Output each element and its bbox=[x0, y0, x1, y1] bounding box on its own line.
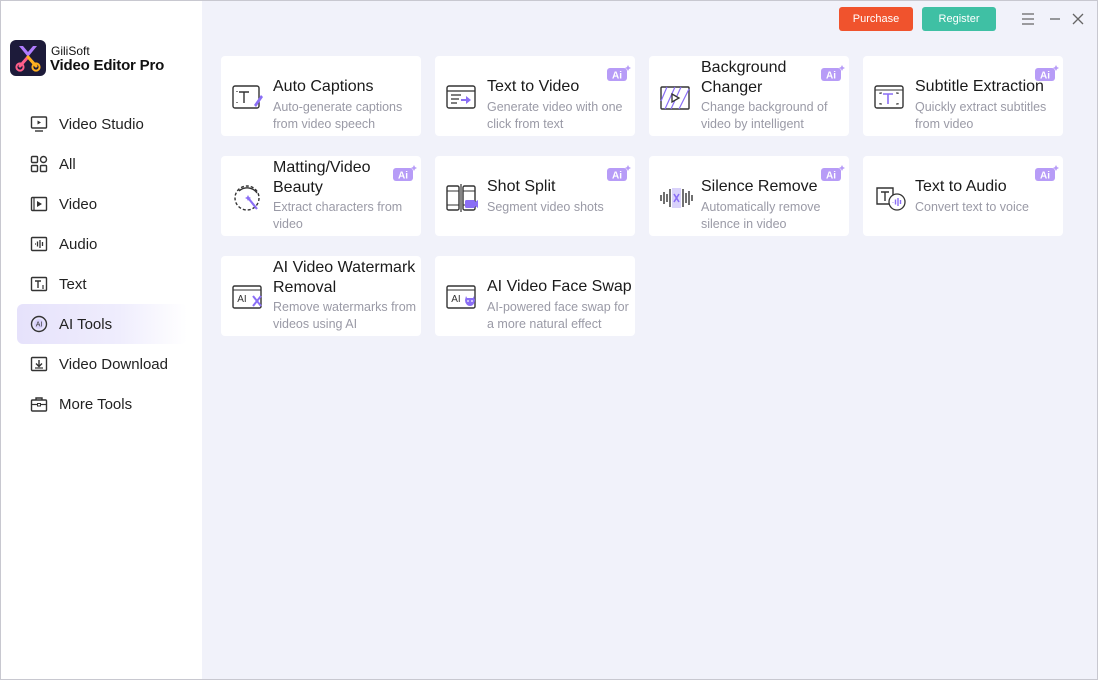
ai-badge-icon: Ai bbox=[607, 165, 631, 181]
app-window: GiliSoft Video Editor Pro Video Studio A… bbox=[0, 0, 1098, 680]
background-icon bbox=[660, 86, 690, 110]
tool-desc: Auto-generate captions from video speech bbox=[273, 100, 403, 131]
sidebar: GiliSoft Video Editor Pro Video Studio A… bbox=[1, 1, 202, 679]
tool-card-ai-video-watermark-removal[interactable]: AI AI Video Watermark Removal Remove wat… bbox=[221, 256, 421, 336]
silence-icon bbox=[660, 188, 693, 208]
sidebar-nav: Video Studio All Video Audio Text AI AI … bbox=[17, 104, 187, 424]
close-icon[interactable] bbox=[1068, 9, 1088, 29]
sidebar-item-video-studio[interactable]: Video Studio bbox=[17, 104, 187, 144]
sidebar-item-label: Text bbox=[59, 275, 87, 293]
purchase-button[interactable]: Purchase bbox=[839, 7, 913, 31]
tool-title-text: AI Video Watermark Removal bbox=[273, 259, 416, 296]
tool-card-text-to-video[interactable]: Text to Video Generate video with one cl… bbox=[435, 56, 635, 136]
video-play-icon bbox=[30, 196, 48, 212]
tool-desc: Change background of video by intelligen… bbox=[701, 100, 828, 131]
sidebar-item-audio[interactable]: Audio bbox=[17, 224, 187, 264]
toolbox-icon bbox=[30, 397, 48, 412]
tool-card-ai-video-face-swap[interactable]: AI AI Video Face Swap AI-powered face sw… bbox=[435, 256, 635, 336]
tool-title: AI Video Watermark Removal bbox=[273, 258, 423, 298]
tool-title: AI Video Face Swap bbox=[487, 278, 632, 295]
sidebar-item-label: Video Studio bbox=[59, 115, 144, 133]
shot-split-icon bbox=[446, 184, 478, 212]
tool-title-text: Background Changer bbox=[701, 59, 787, 96]
ai-icon: AI bbox=[30, 315, 48, 333]
captions-icon bbox=[232, 85, 263, 109]
svg-text:Ai: Ai bbox=[1040, 171, 1050, 182]
subtitle-icon bbox=[874, 85, 904, 109]
tool-title: Silence Remove bbox=[701, 178, 818, 195]
svg-text:Ai: Ai bbox=[398, 171, 408, 182]
svg-text:AI: AI bbox=[451, 294, 460, 305]
download-icon bbox=[30, 356, 48, 372]
sidebar-item-label: Audio bbox=[59, 235, 98, 253]
ai-badge-icon: Ai bbox=[821, 65, 845, 81]
grid-icon bbox=[30, 155, 48, 173]
svg-text:Ai: Ai bbox=[1040, 71, 1050, 82]
tool-title: Matting/Video Beauty bbox=[273, 158, 391, 198]
monitor-icon bbox=[30, 116, 48, 132]
sidebar-item-more-tools[interactable]: More Tools bbox=[17, 384, 187, 424]
tool-title-text: Matting/Video Beauty bbox=[273, 159, 371, 196]
ai-badge-icon: Ai bbox=[1035, 165, 1059, 181]
sidebar-item-all[interactable]: All bbox=[17, 144, 187, 184]
tool-desc: Automatically remove silence in video bbox=[701, 200, 821, 231]
tool-title: Text to Audio bbox=[915, 178, 1007, 195]
brand-main: Video Editor Pro bbox=[50, 57, 165, 74]
tool-card-auto-captions[interactable]: Auto Captions Auto-generate captions fro… bbox=[221, 56, 421, 136]
matting-icon bbox=[234, 185, 260, 211]
sidebar-item-label: More Tools bbox=[59, 395, 133, 413]
tool-desc: Segment video shots bbox=[487, 200, 604, 214]
register-button[interactable]: Register bbox=[922, 7, 996, 31]
svg-text:Ai: Ai bbox=[826, 71, 836, 82]
tool-card-background-changer[interactable]: Background Changer Change background of … bbox=[649, 56, 849, 136]
sidebar-item-label: AI Tools bbox=[59, 315, 113, 333]
gilisoft-logo-icon bbox=[10, 40, 46, 76]
tool-card-subtitle-extraction[interactable]: Subtitle Extraction Quickly extract subt… bbox=[863, 56, 1063, 136]
text-to-audio-icon bbox=[876, 187, 906, 211]
text-icon bbox=[30, 276, 48, 292]
sidebar-item-video-download[interactable]: Video Download bbox=[17, 344, 187, 384]
sidebar-item-label: Video Download bbox=[59, 355, 168, 373]
tool-desc: Extract characters from video bbox=[273, 200, 403, 231]
sidebar-item-video[interactable]: Video bbox=[17, 184, 187, 224]
tool-title: Background Changer bbox=[701, 58, 801, 98]
brand-top: GiliSoft bbox=[51, 44, 90, 58]
sidebar-item-label: All bbox=[59, 155, 76, 173]
tool-desc: Convert text to voice bbox=[915, 200, 1029, 214]
ai-badge-icon: Ai bbox=[393, 165, 417, 181]
tool-card-matting-video-beauty[interactable]: Matting/Video Beauty Extract characters … bbox=[221, 156, 421, 236]
svg-text:AI: AI bbox=[237, 294, 246, 305]
sidebar-item-text[interactable]: Text bbox=[17, 264, 187, 304]
ai-badge-icon: Ai bbox=[821, 165, 845, 181]
tool-desc: Remove watermarks from videos using AI bbox=[273, 300, 417, 331]
sidebar-item-label: Video bbox=[59, 195, 98, 213]
sidebar-item-ai-tools[interactable]: AI AI Tools bbox=[17, 304, 187, 344]
tool-title: Subtitle Extraction bbox=[915, 78, 1044, 95]
ai-badge-icon: Ai bbox=[607, 65, 631, 81]
tool-title: Shot Split bbox=[487, 178, 556, 195]
tool-card-shot-split[interactable]: Shot Split Segment video shots Ai bbox=[435, 156, 635, 236]
face-swap-icon: AI bbox=[446, 285, 476, 309]
svg-text:Ai: Ai bbox=[612, 71, 622, 82]
tool-desc: AI-powered face swap for a more natural … bbox=[487, 300, 629, 331]
svg-text:Ai: Ai bbox=[826, 171, 836, 182]
tool-card-text-to-audio[interactable]: Text to Audio Convert text to voice Ai bbox=[863, 156, 1063, 236]
tool-desc: Generate video with one click from text bbox=[487, 100, 623, 131]
text-to-video-icon bbox=[446, 85, 476, 109]
tool-title: Text to Video bbox=[487, 78, 580, 95]
tool-desc: Quickly extract subtitles from video bbox=[915, 100, 1047, 131]
minimize-icon[interactable] bbox=[1045, 9, 1065, 29]
audio-icon bbox=[30, 236, 48, 252]
ai-badge-icon: Ai bbox=[1035, 65, 1059, 81]
tool-card-silence-remove[interactable]: Silence Remove Automatically remove sile… bbox=[649, 156, 849, 236]
svg-text:AI: AI bbox=[36, 322, 43, 329]
tool-title: Auto Captions bbox=[273, 78, 374, 95]
menu-icon[interactable] bbox=[1018, 9, 1038, 29]
watermark-icon: AI bbox=[232, 285, 262, 309]
svg-text:Ai: Ai bbox=[612, 171, 622, 182]
